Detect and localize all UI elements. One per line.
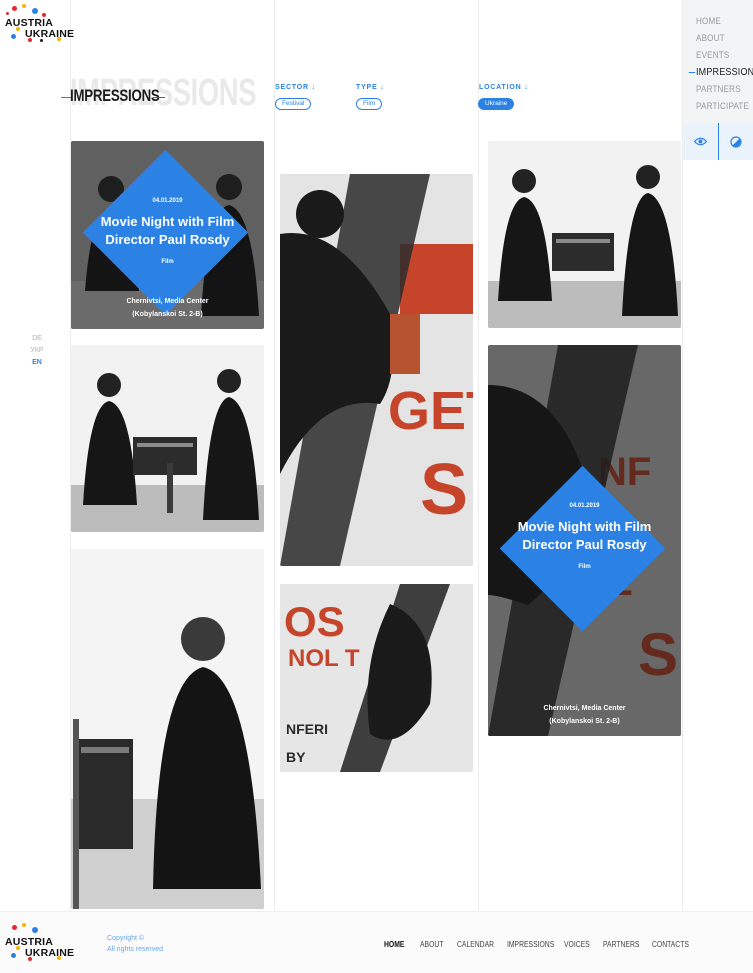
event-location: Chernivtsi, Media Center (Kobylanskoi St.… <box>543 705 626 725</box>
svg-text:S: S <box>420 450 468 530</box>
event-card[interactable]: NF JE S 04.01.2019 Movie Night with Film… <box>488 345 681 736</box>
copyright: Copyright © All rights reserved <box>107 935 164 953</box>
footer-link-voices[interactable]: VOICES <box>564 940 590 949</box>
nav-item-home[interactable]: HOME <box>696 15 753 32</box>
footer-link-about[interactable]: ABOUT <box>420 940 443 949</box>
filter-chip-ukraine[interactable]: Ukraine <box>478 98 515 110</box>
column-guide <box>478 0 479 911</box>
eye-icon[interactable] <box>683 123 718 160</box>
event-location: Chernivtsi, Media Center (Kobylanskoi St.… <box>126 298 209 318</box>
arrow-down-icon: ↓ <box>524 84 529 91</box>
event-info: 04.01.2019 Movie Night with Film Director… <box>71 198 264 265</box>
lang-de[interactable]: DE <box>28 333 46 345</box>
column-guide <box>274 0 275 911</box>
event-date: 04.01.2019 <box>569 503 600 509</box>
svg-text:OS: OS <box>284 598 345 645</box>
filter-chip-festival[interactable]: Festival <box>275 98 312 110</box>
filter-type-label[interactable]: TYPE ↓ <box>356 84 385 91</box>
event-card[interactable]: 04.01.2019 Movie Night with Film Director… <box>71 141 264 329</box>
event-title: Movie Night with Film Director Paul Rosdy <box>100 214 235 247</box>
logo-text-ukraine: UKRAINE <box>25 28 75 40</box>
filter-location-label[interactable]: LOCATION ↓ <box>479 84 529 91</box>
footer-link-calendar[interactable]: CALENDAR <box>457 940 494 949</box>
event-tag: Film <box>578 564 591 570</box>
arrow-down-icon: ↓ <box>380 84 385 91</box>
event-info: 04.01.2019 Movie Night with Film Director… <box>488 503 681 570</box>
duo-accordion-photo <box>71 345 264 532</box>
event-date: 04.01.2019 <box>152 198 183 204</box>
gallery-photo[interactable] <box>71 549 264 909</box>
gallery-photo[interactable]: GET J S <box>280 174 473 566</box>
site-footer: AUSTRIA UKRAINE Copyright © All rights r… <box>0 911 753 973</box>
logo-text-ukraine: UKRAINE <box>25 947 75 959</box>
footer-link-impressions[interactable]: IMPRESSIONS <box>507 940 554 949</box>
side-navigation: HOME ABOUT EVENTS IMPRESSIONS PARTNERS P… <box>683 0 753 160</box>
contrast-icon[interactable] <box>718 123 753 160</box>
filter-chip-film[interactable]: Film <box>356 98 383 110</box>
arrow-down-icon: ↓ <box>311 84 316 91</box>
filter-sector-label[interactable]: SECTOR ↓ <box>275 84 316 91</box>
site-logo[interactable]: AUSTRIA UKRAINE <box>2 4 74 44</box>
footer-link-home[interactable]: HOME <box>384 940 404 949</box>
event-title: Movie Night with Film Director Paul Rosdy <box>517 519 652 552</box>
page-title: IMPRESSIONS <box>70 86 160 105</box>
footer-link-partners[interactable]: PARTNERS <box>603 940 639 949</box>
svg-text:BY: BY <box>286 749 306 765</box>
nav-item-partners[interactable]: PARTNERS <box>696 83 753 100</box>
lang-ukr[interactable]: УКР <box>28 345 46 357</box>
duo-accordion-photo <box>488 141 681 328</box>
svg-text:GET J: GET J <box>388 381 473 441</box>
ladder-sign-photo: GET J S <box>280 174 473 566</box>
gallery-photo[interactable]: OS NOL T NFERI BY <box>280 584 473 772</box>
svg-text:NFERI: NFERI <box>286 721 328 737</box>
nav-item-events[interactable]: EVENTS <box>696 49 753 66</box>
accessibility-tools <box>683 123 753 160</box>
language-switcher: DE УКР EN <box>28 333 46 369</box>
nav-item-about[interactable]: ABOUT <box>696 32 753 49</box>
lang-en[interactable]: EN <box>28 357 46 369</box>
event-tag: Film <box>161 259 174 265</box>
svg-text:NOL T: NOL T <box>288 645 360 672</box>
gallery-photo[interactable] <box>488 141 681 328</box>
nav-item-participate[interactable]: PARTICIPATE <box>696 100 753 117</box>
footer-logo[interactable]: AUSTRIA UKRAINE <box>2 923 74 963</box>
gallery-photo[interactable] <box>71 345 264 532</box>
footer-link-contacts[interactable]: CONTACTS <box>652 940 689 949</box>
ladder-sign-photo-inverted: OS NOL T NFERI BY <box>280 584 473 772</box>
nav-item-impressions[interactable]: IMPRESSIONS <box>688 66 753 83</box>
title-line-right <box>153 97 165 98</box>
portrait-photo <box>71 549 264 909</box>
